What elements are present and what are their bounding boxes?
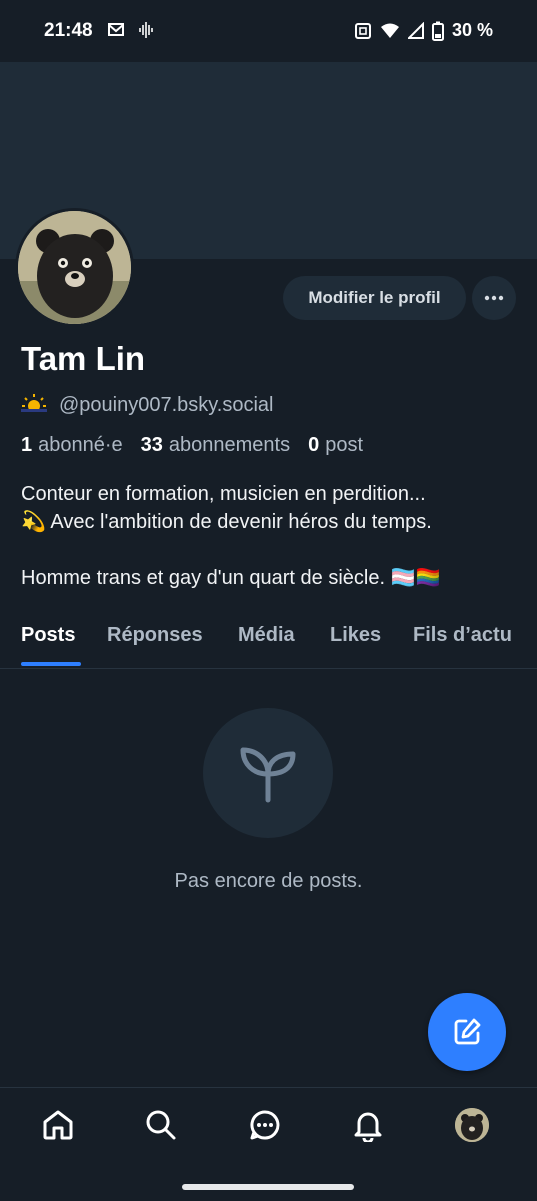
profile-tabs: Posts Réponses Média Likes Fils d’actu: [0, 616, 537, 669]
more-options-button[interactable]: [472, 276, 516, 320]
nav-profile[interactable]: [452, 1105, 492, 1145]
tab-replies[interactable]: Réponses: [107, 624, 203, 647]
tab-feeds[interactable]: Fils d’actu: [413, 624, 512, 647]
posts-label: post: [325, 434, 364, 456]
nav-chat[interactable]: [245, 1105, 285, 1145]
search-icon: [146, 1110, 176, 1140]
bell-icon: [354, 1112, 382, 1142]
profile-bio: Conteur en formation, musicien en perdit…: [21, 480, 521, 592]
gesture-home-bar[interactable]: [182, 1184, 354, 1190]
profile-avatar[interactable]: [15, 208, 134, 327]
nfc-icon: [354, 22, 371, 39]
bio-line: Homme trans et gay d'un quart de siècle.…: [21, 567, 441, 589]
bio-line: Conteur en formation, musicien en perdit…: [21, 483, 426, 505]
battery-icon: [431, 21, 444, 41]
tab-posts[interactable]: Posts: [21, 624, 75, 647]
profile-handle[interactable]: @pouiny007.bsky.social: [59, 394, 274, 417]
signal-icon: [407, 21, 424, 39]
nav-notifications[interactable]: [348, 1105, 388, 1145]
voice-icon: [139, 22, 153, 38]
nav-home[interactable]: [38, 1105, 78, 1145]
tab-media[interactable]: Média: [238, 624, 295, 647]
chat-icon: [250, 1110, 280, 1140]
mail-icon: [108, 23, 124, 36]
bear-avatar-image: [18, 211, 131, 324]
active-tab-indicator: [21, 662, 81, 666]
home-icon: [43, 1110, 73, 1140]
profile-avatar-small: [455, 1108, 489, 1142]
handle-emoji: [21, 392, 47, 418]
bio-line: 💫 Avec l'ambition de devenir héros du te…: [21, 511, 432, 533]
sun-behind-cloud-icon: [21, 394, 47, 412]
wifi-icon: [380, 23, 399, 38]
more-icon: [484, 295, 504, 301]
profile-stats: 1 abonné·e 33 abonnements 0 post: [21, 434, 363, 457]
status-bar: 21:48 30 %: [0, 0, 537, 62]
tab-likes[interactable]: Likes: [330, 624, 381, 647]
empty-state-text: Pas encore de posts.: [174, 870, 363, 892]
display-name: Tam Lin: [21, 340, 146, 377]
empty-state-icon-container: [203, 708, 333, 838]
compose-icon: [454, 1018, 481, 1045]
handle-row: @pouiny007.bsky.social: [21, 392, 274, 418]
following-label[interactable]: abonnements: [169, 434, 290, 457]
edit-profile-button[interactable]: Modifier le profil: [283, 276, 466, 320]
followers-count[interactable]: 1: [21, 434, 32, 457]
posts-count: 0: [308, 434, 320, 456]
sprout-icon: [240, 747, 296, 803]
compose-post-button[interactable]: [428, 993, 506, 1071]
status-right-icons: 30 %: [354, 20, 493, 41]
followers-label[interactable]: abonné·e: [38, 434, 123, 457]
status-left-icons: [107, 20, 157, 40]
nav-search[interactable]: [141, 1105, 181, 1145]
following-count[interactable]: 33: [141, 434, 163, 457]
status-time: 21:48: [44, 20, 93, 41]
battery-percent: 30 %: [451, 20, 493, 40]
